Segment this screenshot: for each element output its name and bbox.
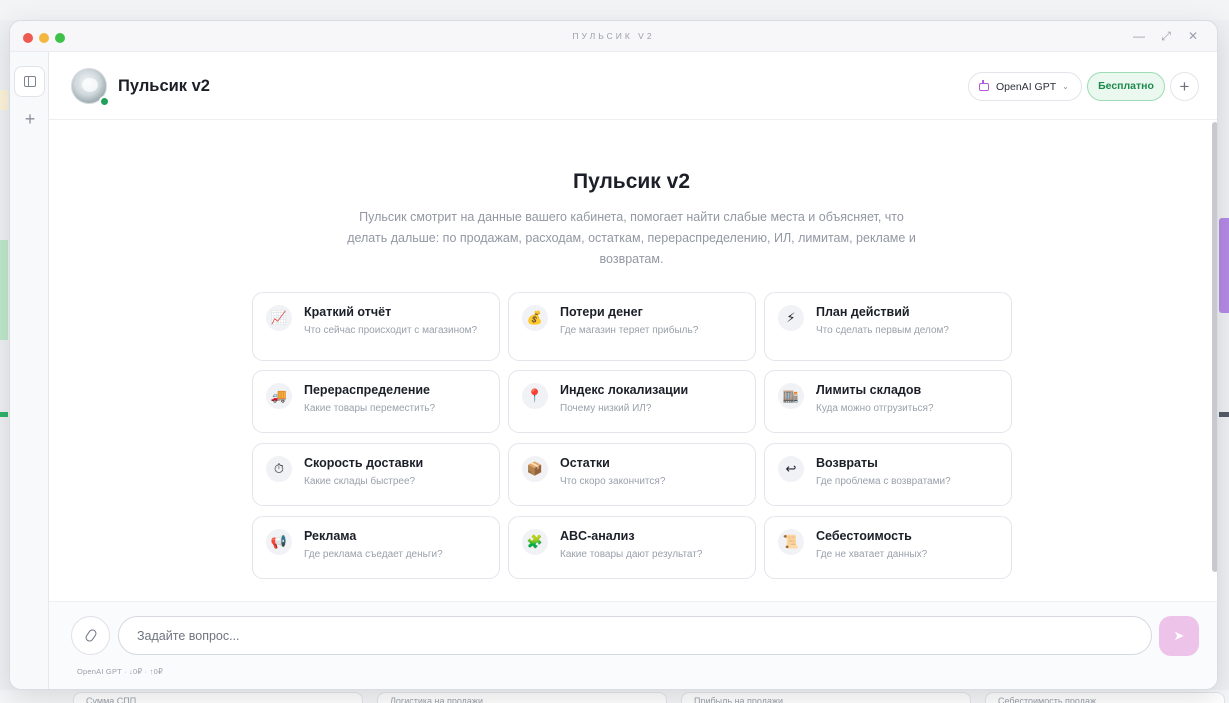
card-subtitle: Куда можно отгрузиться? [816,403,934,414]
pin-icon: 📍 [522,383,548,409]
warehouse-icon: 🏬 [778,383,804,409]
background-tile: Логистика на продажи [377,692,667,703]
lightning-icon: ⚡ [778,305,804,331]
plan-badge[interactable]: Бесплатно [1087,72,1165,101]
message-composer: ➤ OpenAI GPT · ↓0₽ · ↑0₽ [49,601,1217,689]
suggestion-card[interactable]: 💰 Потери денег Где магазин теряет прибыл… [508,292,756,361]
card-title: Перераспределение [304,383,431,397]
suggestion-card[interactable]: 🏬 Лимиты складов Куда можно отгрузиться? [764,370,1012,433]
money-bag-icon: 💰 [522,305,548,331]
stopwatch-icon: ⏱ [266,456,292,482]
chat-header: Пульсик v2 OpenAI GPT ⌄ Бесплатно + [49,52,1217,120]
card-subtitle: Где проблема с возвратами? [816,476,951,487]
window-title: ПУЛЬСИК V2 [572,31,655,41]
chevron-down-icon: ⌄ [1062,82,1069,91]
card-title: Остатки [560,456,610,470]
scrollbar-thumb[interactable] [1212,122,1217,572]
card-title: Себестоимость [816,529,912,543]
card-title: Краткий отчёт [304,305,392,319]
card-subtitle: Где магазин теряет прибыль? [560,325,699,336]
chart-icon: 📈 [266,305,292,331]
card-subtitle: Где не хватает данных? [816,549,928,560]
background-tile: Прибыль на продажи [681,692,971,703]
minimize-icon[interactable]: — [1131,28,1147,44]
box-icon: 📦 [522,456,548,482]
background-app-top [0,0,1229,20]
card-title: Индекс локализации [560,383,689,397]
paperclip-icon [83,627,98,644]
card-title: Возвраты [816,456,878,470]
truck-icon: 🚚 [266,383,292,409]
background-highlight [0,90,8,110]
model-select-label: OpenAI GPT [996,80,1057,93]
suggestion-card[interactable]: 📈 Краткий отчёт Что сейчас происходит с … [252,292,500,361]
suggestion-card[interactable]: 📦 Остатки Что скоро закончится? [508,443,756,506]
background-progress-line-dark [1219,412,1229,417]
model-select[interactable]: OpenAI GPT ⌄ [968,72,1082,101]
card-title: ABC-анализ [560,529,635,543]
card-subtitle: Почему низкий ИЛ? [560,403,652,414]
card-title: Потери денег [560,305,643,319]
card-title: Скорость доставки [304,456,424,470]
scrollbar[interactable] [1211,120,1217,601]
send-icon: ➤ [1173,628,1185,643]
card-title: Лимиты складов [816,383,922,397]
expand-icon[interactable]: ⤢ [1158,28,1174,44]
card-subtitle: Какие товары переместить? [304,403,436,414]
suggestion-card[interactable]: 📜 Себестоимость Где не хватает данных? [764,516,1012,579]
online-status-dot [99,96,110,107]
suggestion-card[interactable]: 📍 Индекс локализации Почему низкий ИЛ? [508,370,756,433]
return-icon: ↩ [778,456,804,482]
send-button[interactable]: ➤ [1159,616,1199,656]
close-icon[interactable]: ✕ [1185,28,1201,44]
receipt-icon: 📜 [778,529,804,555]
card-title: Реклама [304,529,357,543]
bot-icon [979,79,989,91]
suggestion-card[interactable]: 🚚 Перераспределение Какие товары перемес… [252,370,500,433]
background-progress-line [0,412,8,417]
new-chat-plus-icon[interactable]: + [19,108,41,130]
add-button[interactable]: + [1170,72,1199,101]
card-subtitle: Что сейчас происходит с магазином? [304,325,478,336]
background-chart-bar [0,240,8,340]
suggestion-card[interactable]: 🧩 ABC-анализ Какие товары дают результат… [508,516,756,579]
usage-meta: OpenAI GPT · ↓0₽ · ↑0₽ [77,667,163,676]
background-chart-bar-purple [1219,218,1229,313]
title-bar: ПУЛЬСИК V2 — ⤢ ✕ [10,21,1217,52]
card-subtitle: Что сделать первым делом? [816,325,949,336]
chat-window: ПУЛЬСИК V2 — ⤢ ✕ + Пульсик v2 OpenAI GPT… [9,20,1218,690]
card-title: План действий [816,305,910,319]
background-tile: Сумма СПП [73,692,363,703]
card-subtitle: Какие склады быстрее? [304,476,416,487]
suggestion-card[interactable]: ⚡ План действий Что сделать первым делом… [764,292,1012,361]
sidebar-toggle-button[interactable] [14,66,45,97]
megaphone-icon: 📢 [266,529,292,555]
puzzle-icon: 🧩 [522,529,548,555]
suggestion-card[interactable]: ↩ Возвраты Где проблема с возвратами? [764,443,1012,506]
sidebar-panel-icon [23,76,36,87]
chat-content: Пульсик v2 Пульсик смотрит на данные ваш… [49,120,1217,601]
intro-title: Пульсик v2 [572,170,691,193]
intro-description: Пульсик смотрит на данные вашего кабинет… [347,210,916,266]
suggestion-grid: 📈 Краткий отчёт Что сейчас происходит с … [252,292,1012,582]
card-subtitle: Что скоро закончится? [560,476,666,487]
message-input[interactable] [118,616,1152,655]
suggestion-card[interactable]: ⏱ Скорость доставки Какие склады быстрее… [252,443,500,506]
card-subtitle: Какие товары дают результат? [560,549,703,560]
sidebar: + [10,52,49,689]
attach-button[interactable] [71,616,110,655]
card-subtitle: Где реклама съедает деньги? [304,549,443,560]
assistant-name: Пульсик v2 [118,77,210,95]
background-tile: Себестоимость продаж [985,692,1225,703]
suggestion-card[interactable]: 📢 Реклама Где реклама съедает деньги? [252,516,500,579]
